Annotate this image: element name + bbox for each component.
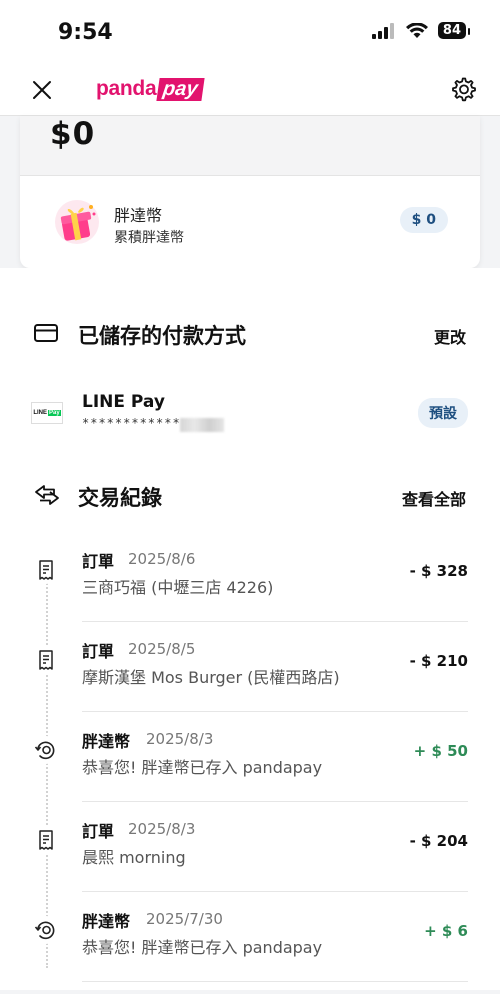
transaction-amount: - $ 204 (409, 832, 468, 850)
logo-pay-text: pay (156, 77, 206, 101)
payment-method-masked: ************ (82, 416, 181, 430)
status-icons: 84 (371, 22, 471, 39)
payment-method-name[interactable]: LINE Pay (82, 392, 165, 412)
transaction-row[interactable]: 胖達幣 2025/8/3 恭喜您! 胖達幣已存入 pandapay + $ 50 (0, 712, 500, 802)
swap-arrows-icon (35, 485, 59, 505)
transaction-row[interactable]: 訂單 2025/8/6 三商巧福 (中壢三店 4226) - $ 328 (0, 532, 500, 622)
coins-subtitle: 累積胖達幣 (114, 230, 184, 246)
main-content: 已儲存的付款方式 更改 LINE Pay LINE Pay **********… (0, 268, 500, 990)
transaction-type: 訂單 (82, 552, 115, 571)
balance-summary: $0 (20, 116, 480, 176)
transaction-type: 胖達幣 (82, 732, 131, 751)
edit-payment-button[interactable]: 更改 (434, 324, 466, 348)
wifi-icon (405, 22, 428, 38)
gift-icon (55, 200, 99, 244)
transaction-amount: + $ 6 (424, 922, 468, 940)
transaction-date: 2025/7/30 (146, 910, 223, 928)
panda-coins-row[interactable]: 胖達幣 累積胖達幣 $ 0 (20, 177, 480, 267)
view-all-button[interactable]: 查看全部 (402, 486, 466, 510)
receipt-icon (32, 646, 60, 674)
transaction-date: 2025/8/3 (128, 820, 196, 838)
redacted-block (180, 418, 224, 432)
linepay-logo: LINE Pay (31, 402, 63, 424)
transaction-amount: + $ 50 (413, 742, 468, 760)
transaction-row[interactable]: 訂單 2025/8/5 摩斯漢堡 Mos Burger (民權西路店) - $ 210 (0, 622, 500, 712)
receipt-icon (32, 556, 60, 584)
transaction-description: 恭喜您! 胖達幣已存入 pandapay (82, 938, 323, 957)
status-time: 9:54 (58, 20, 113, 45)
transaction-date: 2025/8/5 (128, 640, 196, 658)
transaction-description: 恭喜您! 胖達幣已存入 pandapay (82, 758, 323, 777)
pandapay-logo: panda pay (96, 77, 206, 101)
transaction-description: 晨熙 morning (82, 848, 186, 867)
transaction-description: 三商巧福 (中壢三店 4226) (82, 578, 274, 597)
row-divider (82, 981, 468, 982)
cellular-signal-icon (371, 22, 394, 39)
coin-refresh-icon (32, 736, 60, 764)
payment-methods-title: 已儲存的付款方式 (78, 324, 246, 348)
balance-card: $0 胖達幣 累積胖達幣 $ 0 (20, 116, 480, 268)
credit-card-icon (34, 324, 58, 342)
receipt-icon (32, 826, 60, 854)
transaction-type: 訂單 (82, 822, 115, 841)
linepay-logo-line: LINE (33, 410, 47, 416)
app-header: panda pay (0, 64, 500, 116)
transaction-type: 訂單 (82, 642, 115, 661)
transaction-description: 摩斯漢堡 Mos Burger (民權西路店) (82, 668, 340, 687)
coins-value-badge: $ 0 (399, 207, 448, 233)
logo-panda-text: panda (96, 77, 157, 100)
transaction-date: 2025/8/6 (128, 550, 196, 568)
battery-indicator: 84 (437, 22, 471, 39)
balance-amount: $0 (50, 116, 96, 152)
transaction-type: 胖達幣 (82, 912, 131, 931)
default-badge: 預設 (418, 398, 468, 428)
transaction-row[interactable]: 胖達幣 2025/7/30 恭喜您! 胖達幣已存入 pandapay + $ 6 (0, 892, 500, 982)
coins-title: 胖達幣 (114, 206, 163, 225)
status-bar: 9:54 84 (0, 0, 500, 64)
transaction-amount: - $ 210 (409, 652, 468, 670)
transaction-amount: - $ 328 (409, 562, 468, 580)
transaction-row[interactable]: 訂單 2025/8/3 晨熙 morning - $ 204 (0, 802, 500, 892)
gear-icon[interactable] (448, 74, 478, 104)
transactions-title: 交易紀錄 (78, 486, 162, 510)
transaction-date: 2025/8/3 (146, 730, 214, 748)
coin-refresh-icon (32, 916, 60, 944)
close-icon[interactable] (28, 76, 56, 104)
linepay-logo-pay: Pay (47, 410, 61, 416)
